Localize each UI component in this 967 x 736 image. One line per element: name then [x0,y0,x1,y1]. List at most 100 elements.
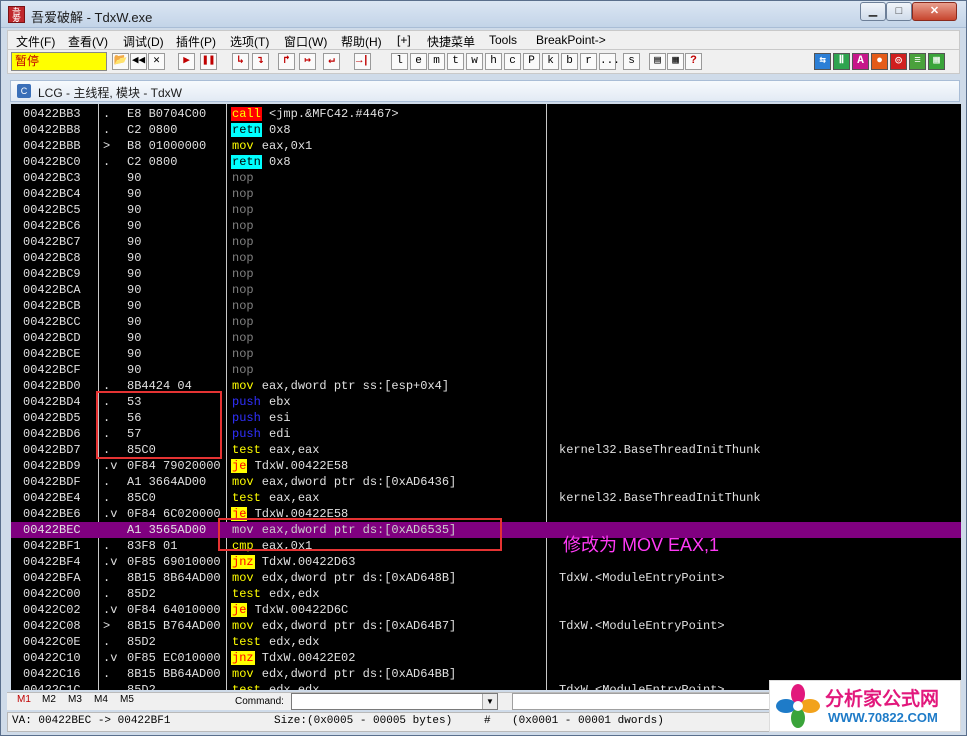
cpu-window-titlebar[interactable]: C LCG - 主线程, 模块 - TdxW [10,80,960,102]
mnemonic: mov [232,475,254,489]
memory-tab-m1[interactable]: M1 [17,694,31,705]
menu-item-8[interactable]: 快捷菜单 [427,33,475,50]
toolbar-extra-1[interactable]: ▦ [667,53,684,70]
menu-item-7[interactable]: [+] [397,33,411,47]
chevron-down-icon[interactable]: ▼ [482,694,497,709]
restart-icon[interactable]: ◀◀ [130,53,147,70]
disasm-row[interactable]: 00422C00. 85D2 test edx,edx [11,586,961,602]
run-icon[interactable]: ▶ [178,53,195,70]
hex-dump-cell: E8 B0704C00 [127,107,207,121]
step-into-icon[interactable]: ↳ [232,53,249,70]
disasm-row[interactable]: 00422BF4 .v 0F85 69010000 jnz TdxW.00422D63 [11,554,961,570]
disasm-row[interactable]: 00422BCC 90 nop [11,314,961,330]
address-cell: 00422C00 [23,587,81,601]
address-cell: 00422C1C [23,683,81,690]
window-button-8[interactable]: k [542,53,559,70]
goto-icon[interactable]: →| [354,53,371,70]
window-button-9[interactable]: b [561,53,578,70]
maximize-button[interactable]: □ [886,2,912,21]
disasm-row[interactable]: 00422C08 >8B15 B764AD00 mov edx,dword ptr … [11,618,961,634]
disassembly-cell: nop [231,170,255,186]
window-button-10[interactable]: r [580,53,597,70]
plugin-icon-0[interactable]: ⇆ [814,53,831,70]
close-process-icon[interactable]: ✕ [148,53,165,70]
toolbar-extra-0[interactable]: ▤ [649,53,666,70]
plugin-icon-3[interactable]: ● [871,53,888,70]
plugin-icon-5[interactable]: ≡ [909,53,926,70]
window-button-11[interactable]: ... [599,53,620,70]
disasm-row[interactable]: 00422C02 .v 0F84 64010000 je TdxW.00422D6C [11,602,961,618]
disasm-row[interactable]: 00422BBB > B8 01000000 mov eax,0x1 [11,138,961,154]
disasm-row[interactable]: 00422BC6 90 nop [11,218,961,234]
memory-tab-m3[interactable]: M3 [68,694,82,705]
step-over-icon[interactable]: ↴ [252,53,269,70]
address-cell: 00422C08 [23,619,81,633]
plugin-icon-1[interactable]: Ⅱ [833,53,850,70]
disasm-row[interactable]: 00422BC5 90 nop [11,202,961,218]
disasm-row[interactable]: 00422BC9 90 nop [11,266,961,282]
title-bar[interactable]: 吾爱破解 吾爱破解 - TdxW.exe ▁ □ ✕ [1,1,966,28]
hex-dump-cell: 90 [127,171,142,185]
menu-item-0[interactable]: 文件(F) [16,33,55,50]
window-button-12[interactable]: s [623,53,640,70]
disasm-row[interactable]: 00422BCF 90 nop [11,362,961,378]
disasm-row[interactable]: 00422BB3. E8 B0704C00 call <jmp.&MFC42.#44… [11,106,961,122]
pause-icon[interactable]: ❚❚ [200,53,217,70]
plugin-icon-6[interactable]: ▦ [928,53,945,70]
hex-dump-cell: 85C0 [127,491,156,505]
window-button-0[interactable]: l [391,53,408,70]
disasm-row[interactable]: 00422C10 .v 0F85 EC010000 jnz TdxW.00422E02 [11,650,961,666]
debug-status-indicator: 暂停 [11,52,107,71]
disasm-row[interactable]: 00422BD9 .v 0F84 79020000 je TdxW.00422E58 [11,458,961,474]
disasm-row[interactable]: 00422BC7 90 nop [11,234,961,250]
disasm-row[interactable]: 00422BC0. C2 0800 retn 0x8 [11,154,961,170]
hex-dump-cell: 85D2 [127,635,156,649]
execute-till-return-icon[interactable]: ↵ [323,53,340,70]
disasm-row[interactable]: 00422BCB 90 nop [11,298,961,314]
menu-item-9[interactable]: Tools [489,33,517,47]
disasm-row[interactable]: 00422C0E. 85D2 test edx,edx [11,634,961,650]
disasm-row[interactable]: 00422BFA. 8B15 8B64AD00 mov edx,dword ptr … [11,570,961,586]
disasm-row[interactable]: 00422BCA 90 nop [11,282,961,298]
window-button-3[interactable]: t [447,53,464,70]
toolbar: 暂停 📂 ◀◀ ✕ ▶ ❚❚ ↳ ↴ ↱ ↦ ↵ →| l e m t w h c Pk b r... s ▤ ▦? ⇆ Ⅱ A ● ◎… [7,50,960,74]
open-icon[interactable]: 📂 [112,53,129,70]
menu-item-5[interactable]: 窗口(W) [284,33,327,50]
toolbar-extra-2[interactable]: ? [685,53,702,70]
memory-tab-m5[interactable]: M5 [120,694,134,705]
menu-item-6[interactable]: 帮助(H) [341,33,382,50]
plugin-icon-4[interactable]: ◎ [890,53,907,70]
address-cell: 00422BC6 [23,219,81,233]
window-button-7[interactable]: P [523,53,540,70]
trace-into-icon[interactable]: ↱ [278,53,295,70]
menu-item-1[interactable]: 查看(V) [68,33,108,50]
window-button-1[interactable]: e [410,53,427,70]
address-cell: 00422BC9 [23,267,81,281]
command-input[interactable] [291,693,498,710]
memory-tab-m4[interactable]: M4 [94,694,108,705]
disasm-row[interactable]: 00422BC4 90 nop [11,186,961,202]
window-button-2[interactable]: m [428,53,445,70]
minimize-button[interactable]: ▁ [860,2,886,21]
disasm-row[interactable]: 00422BCD 90 nop [11,330,961,346]
menu-item-4[interactable]: 选项(T) [230,33,269,50]
plugin-icon-2[interactable]: A [852,53,869,70]
disasm-row[interactable]: 00422BE4. 85C0 test eax,eax kernel32.BaseTh… [11,490,961,506]
disassembly-pane[interactable]: 00422BB3. E8 B0704C00 call <jmp.&MFC42.#44… [11,104,961,690]
close-button[interactable]: ✕ [912,2,957,21]
trace-over-icon[interactable]: ↦ [299,53,316,70]
menu-item-2[interactable]: 调试(D) [123,33,164,50]
window-button-5[interactable]: h [485,53,502,70]
disasm-row[interactable]: 00422BB8. C2 0800 retn 0x8 [11,122,961,138]
disasm-row[interactable]: 00422BDF. A1 3664AD00 mov eax,dword ptr ds… [11,474,961,490]
window-button-4[interactable]: w [466,53,483,70]
disasm-row[interactable]: 00422BCE 90 nop [11,346,961,362]
menu-item-10[interactable]: BreakPoint-> [536,33,606,47]
menu-item-3[interactable]: 插件(P) [176,33,216,50]
window-button-6[interactable]: c [504,53,521,70]
disasm-row[interactable]: 00422BC8 90 nop [11,250,961,266]
address-cell: 00422C10 [23,651,81,665]
disasm-row[interactable]: 00422BC3 90 nop [11,170,961,186]
memory-tab-m2[interactable]: M2 [42,694,56,705]
jump-marker-cell: .v [103,651,118,665]
